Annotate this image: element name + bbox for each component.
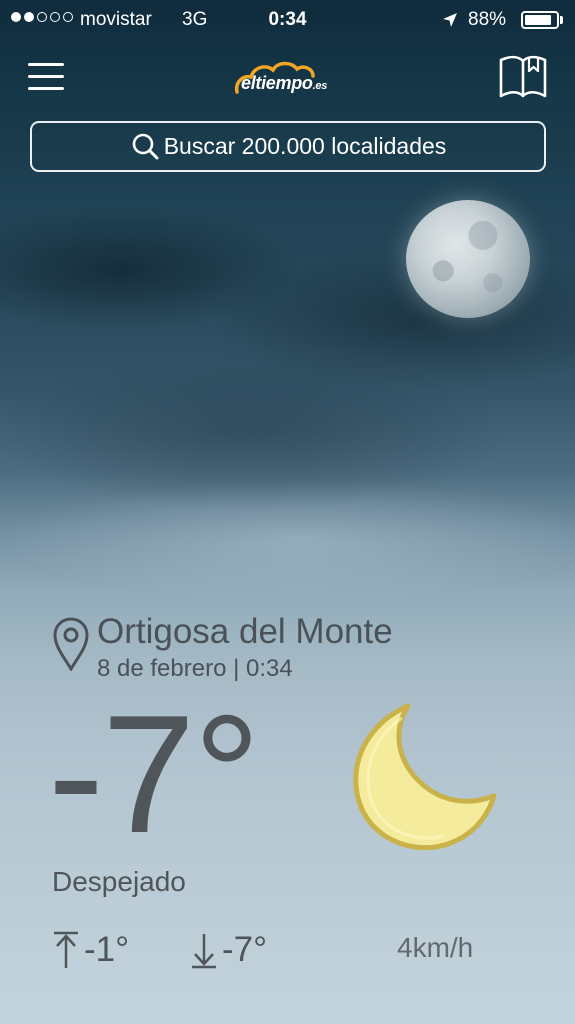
search-icon: [132, 133, 159, 159]
current-temperature: -7°: [48, 680, 261, 868]
logo-suffix: .es: [312, 80, 328, 92]
location-arrow-icon: [443, 13, 457, 27]
wind-speed: 4km/h: [397, 932, 474, 963]
battery-percent: 88%: [468, 9, 507, 30]
min-temperature-value: -7°: [222, 930, 268, 969]
logo-text: eltiempo: [241, 73, 313, 93]
battery-level: [525, 15, 551, 25]
battery-icon: [521, 11, 559, 29]
crescent-moon-icon: [353, 703, 497, 851]
bookmark-book-icon: [499, 55, 547, 98]
moon-image: [406, 200, 530, 318]
min-temperature: -7°: [190, 930, 267, 970]
search-bar[interactable]: Buscar 200.000 localidades: [30, 121, 546, 172]
max-temperature-value: -1°: [84, 930, 130, 969]
arrow-down-icon: [192, 934, 216, 969]
arrow-up-icon: [54, 931, 78, 968]
location-pin-icon: [53, 617, 89, 671]
location-name: Ortigosa del Monte: [97, 612, 393, 651]
weather-condition: Despejado: [52, 866, 186, 897]
status-bar: movistar 3G 0:34 88%: [0, 0, 575, 40]
eltiempo-logo: eltiempo.es: [233, 58, 345, 98]
search-placeholder: Buscar 200.000 localidades: [163, 133, 447, 159]
date-time: 8 de febrero | 0:34: [97, 655, 293, 682]
menu-button[interactable]: [28, 60, 66, 90]
bookmark-button[interactable]: [498, 54, 548, 100]
hamburger-menu-icon: [28, 63, 64, 66]
max-temperature: -1°: [52, 930, 129, 970]
